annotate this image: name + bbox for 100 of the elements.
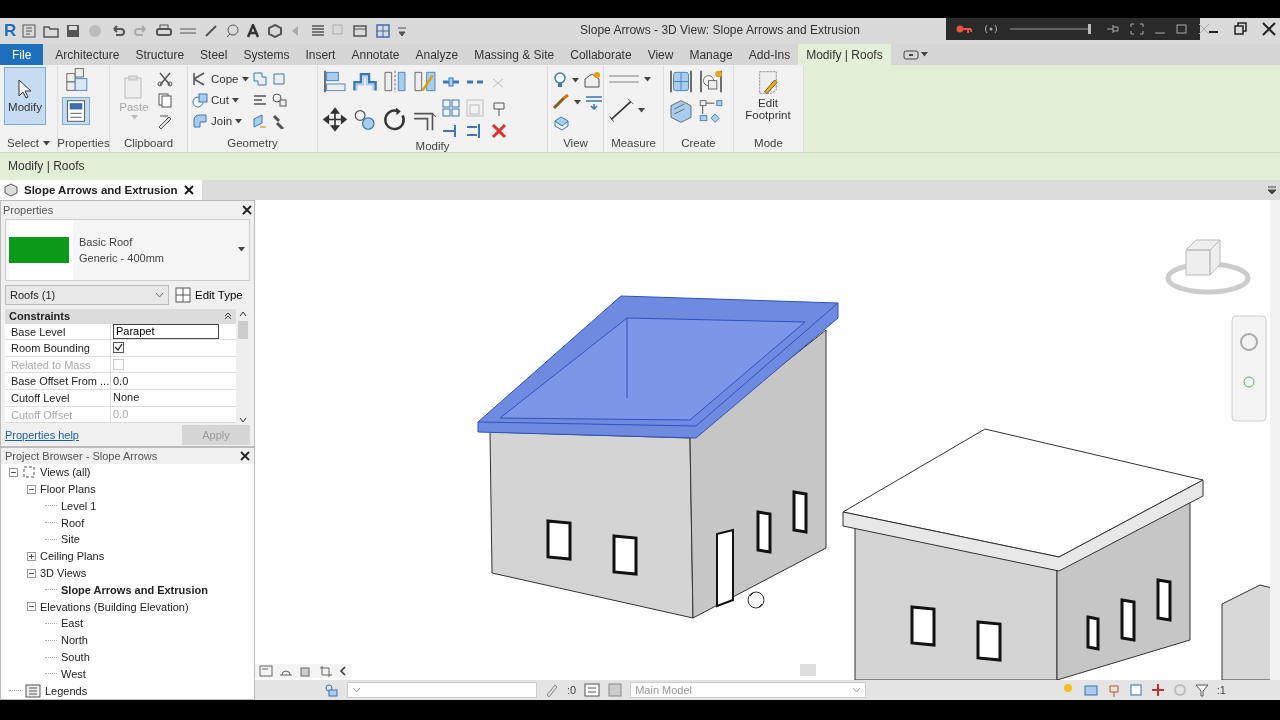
cope-button[interactable]: Cope — [192, 71, 249, 87]
ribbon-tab[interactable]: Analyze — [407, 44, 467, 65]
crop-view-icon[interactable] — [319, 665, 333, 677]
tile-views-icon[interactable] — [376, 24, 391, 38]
ribbon-tab[interactable]: Annotate — [343, 44, 408, 65]
scroll-thumb[interactable] — [800, 664, 816, 676]
scroll-left-icon[interactable] — [339, 666, 347, 676]
paint-brush-icon[interactable] — [552, 94, 570, 110]
checkbox[interactable] — [113, 342, 124, 354]
save-icon[interactable] — [66, 24, 81, 38]
caret-icon[interactable] — [231, 97, 239, 103]
caret-icon[interactable] — [574, 99, 581, 105]
legend-icon[interactable] — [25, 683, 41, 698]
editable-only-icon[interactable] — [545, 683, 559, 697]
document-tab[interactable]: Slope Arrows and Extrusion — [0, 180, 202, 200]
move-icon[interactable] — [322, 107, 348, 132]
cursor-icon[interactable] — [17, 79, 33, 99]
selection-box-icon[interactable] — [552, 115, 570, 131]
rotate-icon[interactable] — [382, 107, 408, 132]
tree-item[interactable]: Floor Plans — [40, 483, 96, 496]
demolish-icon[interactable] — [270, 92, 289, 108]
pinned-select-icon[interactable] — [1106, 683, 1121, 697]
app-logo[interactable]: R — [4, 21, 17, 41]
override-graphics-icon[interactable] — [583, 71, 601, 89]
undo-icon[interactable] — [110, 24, 127, 38]
tree-item[interactable]: South — [61, 651, 90, 663]
mirror-axis-icon[interactable] — [382, 69, 408, 94]
ribbon-tab[interactable]: Systems — [235, 44, 298, 65]
create-parts-icon[interactable] — [698, 69, 724, 94]
split-element-icon[interactable] — [442, 75, 460, 88]
paint-icon[interactable] — [251, 113, 268, 129]
ribbon-tab[interactable]: Collaborate — [562, 44, 640, 65]
tree-item[interactable]: 3D Views — [40, 567, 87, 579]
customize-toolbar-icon[interactable] — [397, 24, 408, 38]
tree-item[interactable]: Roof — [61, 516, 85, 529]
tree-item[interactable]: East — [61, 617, 83, 630]
caret-icon[interactable] — [572, 77, 579, 83]
contextual-display-icon[interactable] — [902, 49, 919, 60]
cut-button[interactable]: Cut — [192, 92, 249, 108]
copy-icon[interactable] — [157, 92, 173, 108]
ribbon-tab[interactable]: Manage — [681, 44, 741, 65]
tree-item[interactable]: Views (all) — [40, 466, 91, 479]
design-options-icon[interactable] — [584, 683, 601, 697]
collapse-toggle[interactable] — [27, 484, 36, 494]
ribbon-tab[interactable]: Steel — [192, 44, 236, 65]
tree-item[interactable]: Site — [61, 533, 80, 546]
tree-item[interactable]: West — [61, 667, 86, 680]
expand-toggle[interactable] — [27, 551, 36, 561]
edit-footprint-button[interactable]: Edit Footprint — [738, 67, 798, 124]
help-link[interactable]: Properties help — [5, 428, 79, 441]
close-icon[interactable] — [240, 450, 250, 461]
similar-icon[interactable] — [698, 99, 724, 124]
modify-button[interactable]: Modify — [4, 67, 46, 125]
filter-icon[interactable] — [1194, 683, 1209, 697]
properties-toggle-button[interactable] — [62, 97, 90, 125]
switch-windows-icon[interactable] — [353, 24, 370, 38]
dimension-icon[interactable] — [204, 24, 219, 38]
tree-item[interactable]: Slope Arrows and Extrusion — [61, 583, 208, 596]
face-select-icon[interactable] — [1128, 683, 1143, 697]
ribbon-tab[interactable]: Structure — [127, 44, 193, 65]
match-properties-icon[interactable] — [157, 113, 173, 129]
pin-icon[interactable] — [490, 99, 508, 117]
ribbon-tab[interactable]: Massing & Site — [466, 44, 563, 65]
tree-item[interactable]: Legends — [45, 684, 88, 697]
scroll-thumb[interactable] — [238, 320, 248, 339]
drag-select-icon[interactable] — [1150, 683, 1165, 697]
align-icon[interactable] — [322, 69, 348, 94]
tree-item[interactable]: North — [61, 634, 88, 647]
caret-icon[interactable] — [644, 76, 651, 82]
edit-type-button[interactable]: Edit Type — [175, 286, 243, 303]
fullscreen-icon[interactable] — [1130, 23, 1144, 35]
collapse-toggle[interactable] — [9, 467, 18, 477]
tab-menu-icon[interactable] — [1268, 186, 1276, 194]
mirror-draw-icon[interactable] — [412, 69, 438, 94]
delete-icon[interactable] — [490, 122, 508, 140]
shadows-icon[interactable] — [299, 665, 313, 677]
thin-lines-icon[interactable] — [311, 24, 326, 38]
scroll-down-icon[interactable] — [239, 417, 247, 424]
print-icon[interactable] — [156, 24, 173, 38]
visual-style-icon[interactable] — [259, 665, 273, 677]
type-selector[interactable]: Basic Roof Generic - 400mm — [5, 218, 250, 281]
ribbon-tab[interactable]: Modify | Roofs — [798, 44, 891, 65]
maximize-icon[interactable] — [1176, 23, 1188, 35]
close-icon[interactable] — [1198, 23, 1210, 35]
lightbulb-icon[interactable] — [552, 71, 568, 89]
open-folder-icon[interactable] — [43, 24, 60, 38]
caret-icon[interactable] — [920, 52, 928, 57]
caret-icon[interactable] — [638, 108, 645, 113]
array-icon[interactable] — [442, 99, 460, 117]
filter-dropdown[interactable]: Roofs (1) — [5, 284, 169, 305]
aligned-dimension-icon[interactable] — [608, 98, 634, 123]
collapse-icon[interactable] — [224, 312, 232, 321]
wireless-icon[interactable] — [982, 23, 1000, 35]
type-properties-icon[interactable] — [63, 67, 89, 92]
key-icon[interactable] — [956, 24, 972, 34]
join-button[interactable]: Join — [192, 113, 249, 129]
copy-element-icon[interactable] — [352, 107, 378, 132]
close-icon[interactable] — [183, 185, 194, 195]
pin-icon[interactable] — [1106, 23, 1120, 35]
tree-item[interactable]: Elevations (Building Elevation) — [40, 600, 189, 613]
